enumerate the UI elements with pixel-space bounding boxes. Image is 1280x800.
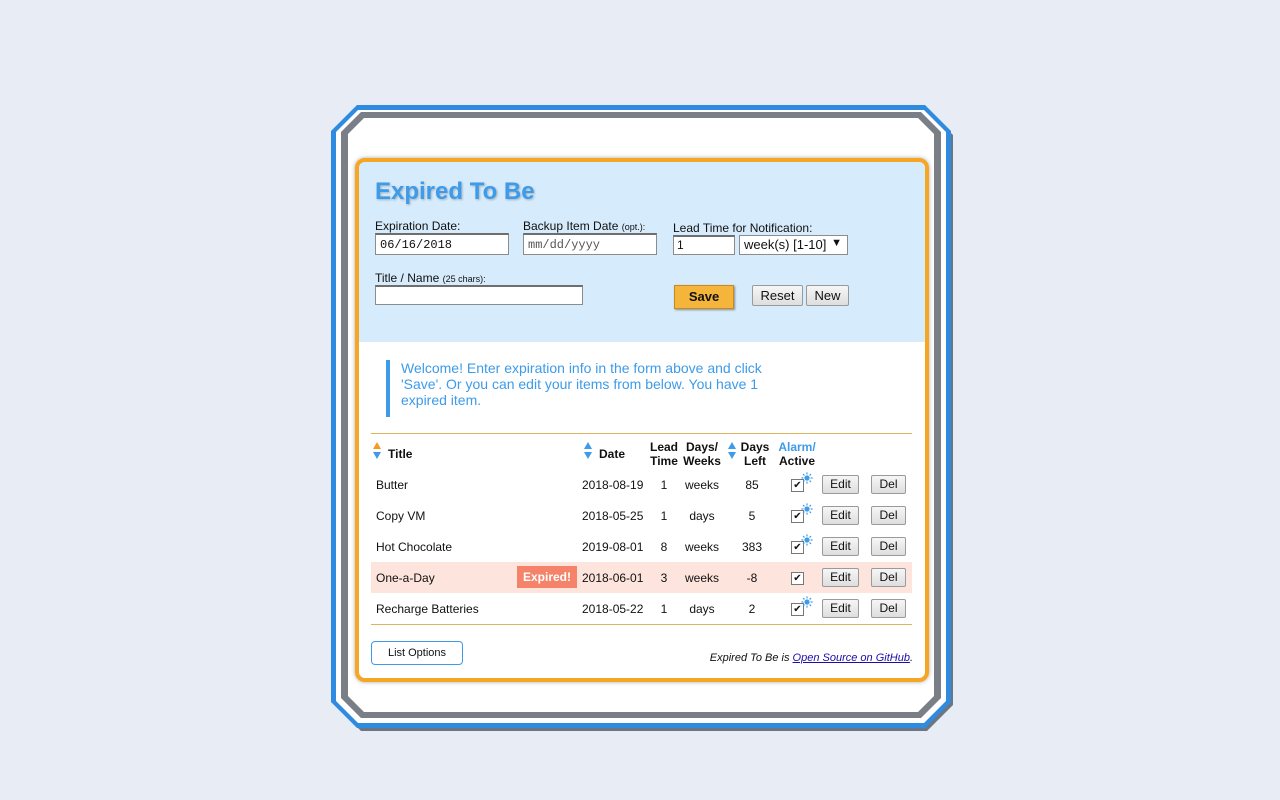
row-unit: weeks	[684, 540, 719, 554]
row-title: Copy VM	[376, 509, 426, 523]
lead-time-input[interactable]: 1	[673, 235, 735, 255]
row-lead-time: 1	[660, 509, 668, 523]
new-button[interactable]: New	[806, 285, 849, 306]
edit-button[interactable]: Edit	[822, 599, 859, 618]
date-sort-icon[interactable]	[583, 441, 593, 461]
header-lead-time: Lead Time	[649, 440, 678, 468]
header-days-weeks: Days/Weeks	[683, 440, 721, 468]
days-left-sort-icon[interactable]	[727, 441, 737, 461]
lead-unit-select[interactable]: week(s) [1-10] ▼	[739, 235, 848, 255]
row-lead-time: 1	[660, 478, 668, 492]
header-alarm-active: Alarm/Active	[778, 440, 816, 468]
row-unit: weeks	[684, 571, 719, 585]
row-title: One-a-Day	[376, 571, 435, 585]
active-checkbox[interactable]: ✔	[791, 572, 804, 585]
delete-button[interactable]: Del	[871, 475, 906, 494]
alarm-sun-icon	[801, 596, 813, 608]
welcome-message: Welcome! Enter expiration info in the fo…	[386, 360, 791, 417]
backup-date-label: Backup Item Date (opt.):	[523, 219, 646, 233]
table-row: Recharge Batteries 2018-05-22 1 days 2 ✔ Edit D…	[371, 593, 912, 624]
backup-date-input[interactable]: mm/dd/yyyy	[523, 233, 657, 255]
row-days-left: 5	[748, 509, 756, 523]
row-title: Recharge Batteries	[376, 602, 479, 616]
expiration-date-input[interactable]: 06/16/2018	[375, 233, 509, 255]
row-days-left: -8	[746, 571, 758, 585]
table-top-divider	[371, 433, 912, 434]
row-days-left: 2	[748, 602, 756, 616]
dropdown-caret-icon: ▼	[831, 237, 842, 249]
table-row: Copy VM 2018-05-25 1 days 5 ✔ Edit Del	[371, 500, 912, 531]
github-link[interactable]: Open Source on GitHub	[793, 652, 910, 664]
edit-button[interactable]: Edit	[822, 568, 859, 587]
row-days-left: 383	[741, 540, 763, 554]
reset-button[interactable]: Reset	[752, 285, 803, 306]
row-unit: days	[689, 602, 715, 616]
expired-badge: Expired!	[517, 566, 577, 588]
delete-button[interactable]: Del	[871, 537, 906, 556]
save-button[interactable]: Save	[674, 285, 734, 309]
table-row: One-a-Day Expired! 2018-06-01 3 weeks -8 ✔ Edit…	[371, 562, 912, 593]
row-lead-time: 8	[660, 540, 668, 554]
row-date: 2018-08-19	[582, 478, 644, 492]
expiration-date-label: Expiration Date:	[375, 219, 461, 233]
edit-button[interactable]: Edit	[822, 475, 859, 494]
row-unit: weeks	[684, 478, 719, 492]
header-date[interactable]: Date	[599, 447, 625, 461]
row-date: 2018-06-01	[582, 571, 644, 585]
edit-button[interactable]: Edit	[822, 537, 859, 556]
row-unit: days	[689, 509, 715, 523]
alarm-sun-icon	[801, 503, 813, 515]
title-label: Title / Name (25 chars):	[375, 271, 486, 285]
table-bottom-divider	[371, 624, 912, 625]
row-lead-time: 3	[660, 571, 668, 585]
delete-button[interactable]: Del	[871, 506, 906, 525]
alarm-sun-icon	[801, 534, 813, 546]
footer-credit: Expired To Be is Open Source on GitHub.	[709, 652, 913, 664]
header-title[interactable]: Title	[388, 447, 412, 461]
row-lead-time: 1	[660, 602, 668, 616]
entry-form: Expired To Be Expiration Date: 06/16/201…	[359, 162, 925, 342]
lead-unit-value: week(s) [1-10]	[744, 237, 827, 252]
header-days-left[interactable]: Days Left	[739, 440, 771, 468]
edit-button[interactable]: Edit	[822, 506, 859, 525]
lead-time-label: Lead Time for Notification:	[673, 221, 813, 235]
delete-button[interactable]: Del	[871, 599, 906, 618]
row-date: 2018-05-22	[582, 602, 644, 616]
row-date: 2019-08-01	[582, 540, 644, 554]
row-title: Butter	[376, 478, 409, 492]
app-panel: Expired To Be Expiration Date: 06/16/201…	[355, 158, 929, 682]
delete-button[interactable]: Del	[871, 568, 906, 587]
alarm-sun-icon	[801, 472, 813, 484]
row-days-left: 85	[745, 478, 759, 492]
app-title: Expired To Be	[375, 178, 535, 205]
list-options-button[interactable]: List Options	[371, 641, 463, 665]
row-date: 2018-05-25	[582, 509, 644, 523]
title-input[interactable]	[375, 285, 583, 305]
row-title: Hot Chocolate	[376, 540, 453, 554]
title-sort-icon[interactable]	[372, 441, 382, 461]
table-row: Butter 2018-08-19 1 weeks 85 ✔ Edit Del	[371, 469, 912, 500]
table-row: Hot Chocolate 2019-08-01 8 weeks 383 ✔ Edit Del	[371, 531, 912, 562]
